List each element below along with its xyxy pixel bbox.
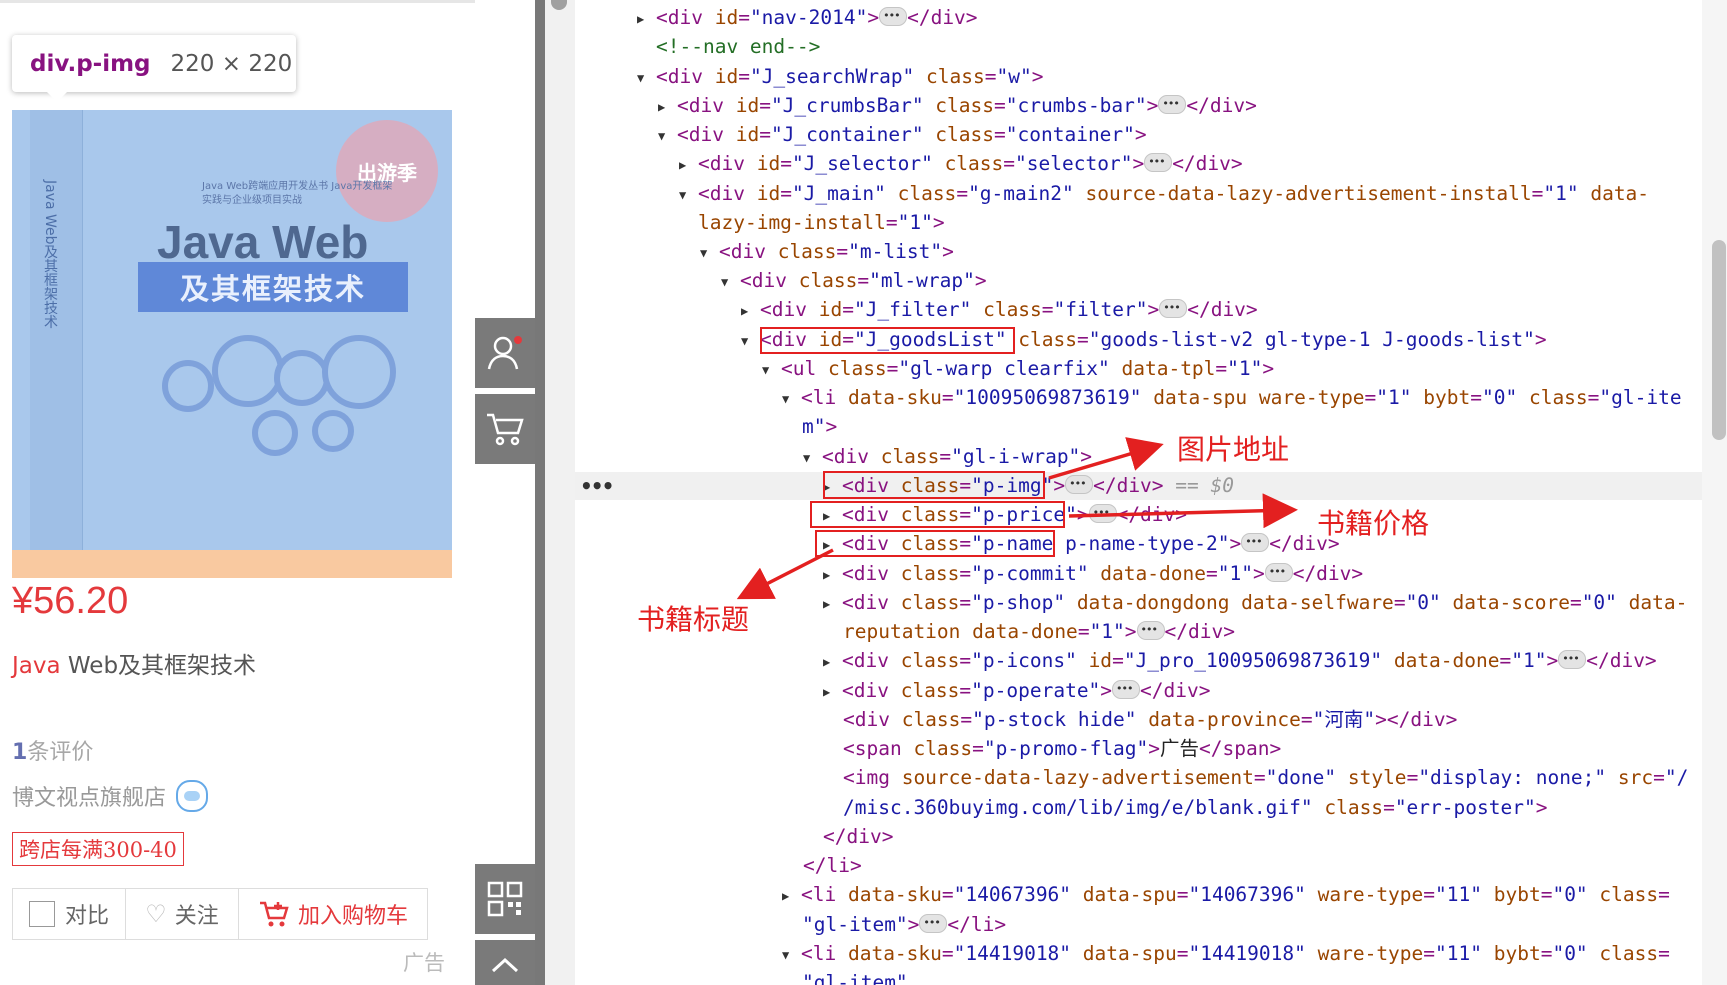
gear-icon — [212, 335, 284, 407]
tooltip-selector: div.p-img — [30, 50, 151, 77]
title-highlight: Java — [12, 653, 61, 679]
review-label: 条评价 — [27, 740, 94, 765]
product-price: ¥56.20 — [12, 580, 129, 622]
ad-label: 广告 — [403, 951, 445, 975]
user-center-button[interactable] — [475, 318, 535, 388]
annotation-book-price: 书籍价格 — [1317, 507, 1430, 540]
tooltip-size: 220 × 220 — [170, 50, 293, 77]
image-footer-band — [12, 550, 452, 578]
compare-label: 对比 — [64, 904, 109, 929]
review-count[interactable]: 1条评价 — [12, 734, 93, 766]
product-image[interactable]: Java Web及其框架技术 出游季 Java Web跨端应用开发丛书 Java… — [12, 110, 452, 550]
cover-banner: 及其框架技术 — [138, 262, 408, 312]
spine-text: Java Web及其框架技术 — [42, 180, 58, 329]
book-spine — [30, 110, 83, 550]
checkbox-icon — [28, 901, 55, 927]
devtools-elements-tree: ••• ▶<div id="nav-2014"></div> <!--nav e… — [575, 0, 1702, 985]
qr-code-button[interactable] — [475, 864, 535, 934]
cover-subtitle: Java Web跨端应用开发丛书 Java开发框架实践与企业级项目实战 — [202, 181, 393, 206]
add-to-cart-label: 加入购物车 — [297, 904, 408, 929]
back-to-top-button[interactable] — [475, 940, 535, 985]
qr-code-icon — [487, 881, 523, 917]
user-icon — [487, 336, 522, 370]
devtools-gutter — [545, 0, 575, 985]
scrollbar-thumb[interactable] — [1712, 240, 1726, 440]
product-pane: Java Web及其框架技术 出游季 Java Web跨端应用开发丛书 Java… — [0, 0, 535, 985]
title-rest: Web及其框架技术 — [60, 653, 257, 679]
cart-side-button[interactable] — [475, 394, 535, 464]
element-inspect-tooltip: div.p-img 220 × 220 — [12, 35, 296, 102]
chat-icon[interactable] — [176, 780, 209, 812]
gear-icon — [252, 410, 298, 456]
heart-icon: ♡ — [145, 900, 167, 928]
add-to-cart-button[interactable]: 加入购物车 — [239, 889, 427, 939]
annotation-arrows — [736, 437, 1298, 600]
compare-button[interactable]: 对比 — [13, 889, 126, 939]
follow-button[interactable]: ♡ 关注 — [126, 889, 239, 939]
vertical-scrollbar[interactable] — [1702, 0, 1727, 985]
chevron-up-icon — [491, 957, 519, 973]
review-number: 1 — [12, 740, 28, 765]
product-actions: 对比 ♡ 关注 加入购物车 — [12, 888, 428, 940]
cart-icon — [487, 413, 524, 446]
gear-icon — [322, 335, 396, 409]
follow-label: 关注 — [174, 904, 219, 929]
shop-name-row: 博文视点旗舰店 — [12, 780, 209, 812]
annotation-book-title: 书籍标题 — [637, 603, 750, 636]
product-title[interactable]: Java Web及其框架技术 — [12, 646, 256, 680]
cart-icon — [258, 900, 290, 928]
gear-icon — [312, 410, 354, 452]
top-rule — [0, 0, 475, 3]
gear-icon — [162, 360, 214, 412]
panel-splitter[interactable] — [535, 0, 545, 985]
promo-badge: 跨店每满300-40 — [12, 832, 184, 866]
cover-title: Java Web — [157, 216, 369, 268]
shop-name[interactable]: 博文视点旗舰店 — [12, 780, 166, 812]
annotation-image-url: 图片地址 — [1177, 433, 1290, 466]
